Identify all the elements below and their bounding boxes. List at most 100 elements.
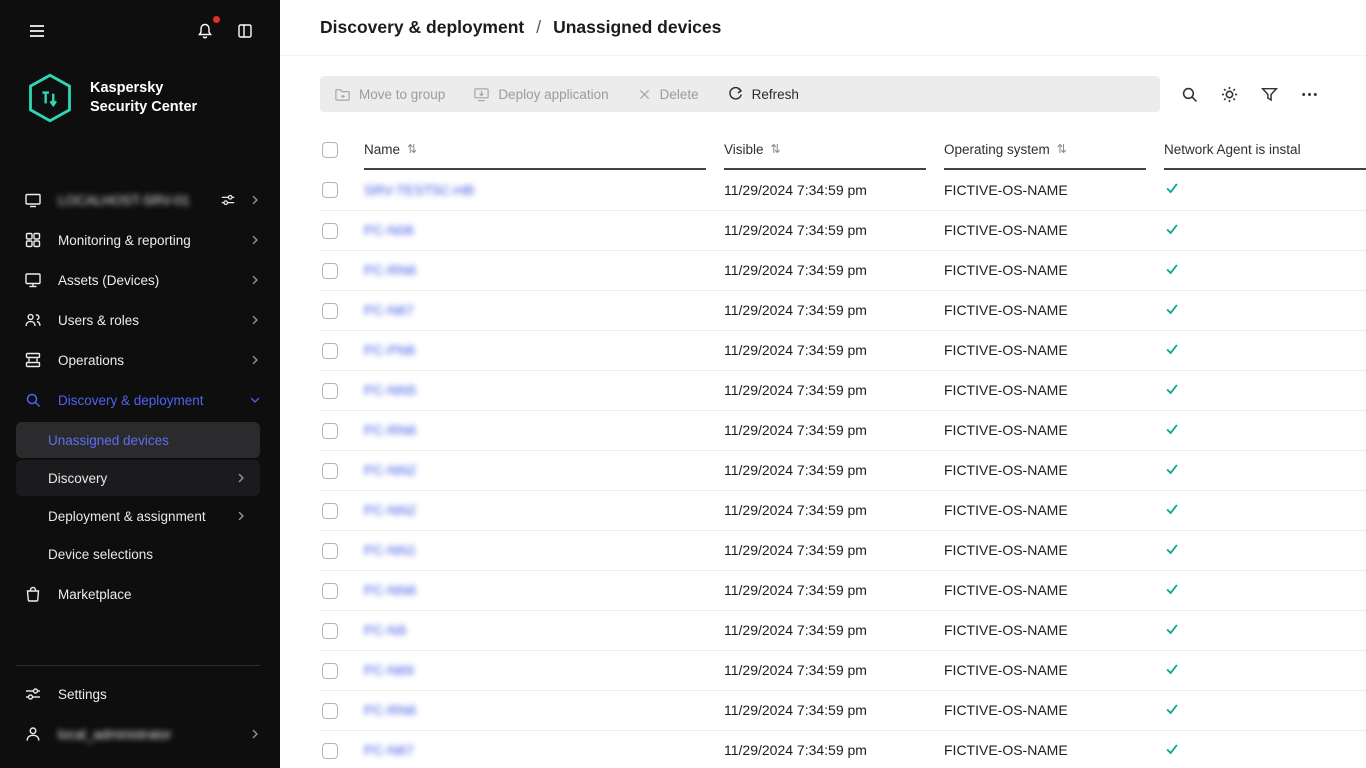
row-checkbox[interactable] — [322, 623, 338, 639]
device-name-link[interactable]: PC-NN6 — [364, 582, 416, 598]
os-cell: FICTIVE-OS-NAME — [944, 530, 1164, 570]
row-checkbox[interactable] — [322, 583, 338, 599]
sidebar-item-settings[interactable]: Settings — [0, 674, 280, 714]
row-checkbox[interactable] — [322, 182, 338, 198]
sidebar-item-operations[interactable]: Operations — [0, 340, 280, 380]
agent-installed-check-icon — [1164, 661, 1180, 677]
search-button[interactable] — [1172, 77, 1206, 111]
device-name-link[interactable]: PC-NN5 — [364, 382, 416, 398]
device-name-link[interactable]: PC-PN6 — [364, 342, 415, 358]
visible-cell: 11/29/2024 7:34:59 pm — [724, 330, 944, 370]
sidebar-item-label: Monitoring & reporting — [58, 233, 191, 248]
row-checkbox[interactable] — [322, 503, 338, 519]
visible-cell: 11/29/2024 7:34:59 pm — [724, 210, 944, 250]
row-checkbox[interactable] — [322, 343, 338, 359]
notifications-button[interactable] — [192, 18, 218, 44]
table-row: PC-PN6 11/29/2024 7:34:59 pm FICTIVE-OS-… — [320, 330, 1366, 370]
column-label: Network Agent is instal — [1164, 142, 1301, 157]
row-checkbox[interactable] — [322, 383, 338, 399]
more-options-button[interactable] — [1292, 77, 1326, 111]
device-name-link[interactable]: PC-RN6 — [364, 262, 416, 278]
sidebar-item-server[interactable]: LOCALHOST-SRV-01 — [0, 180, 280, 220]
row-checkbox[interactable] — [322, 703, 338, 719]
device-name-link[interactable]: PC-N9 — [364, 622, 406, 638]
column-header-network-agent[interactable]: Network Agent is instal — [1164, 130, 1366, 170]
table-row: PC-NN1 11/29/2024 7:34:59 pm FICTIVE-OS-… — [320, 530, 1366, 570]
agent-installed-check-icon — [1164, 581, 1180, 597]
sidebar-item-account[interactable]: local_administrator — [0, 714, 280, 754]
sidebar-subitem-device-selections[interactable]: Device selections — [16, 536, 260, 572]
agent-installed-check-icon — [1164, 180, 1180, 196]
row-checkbox[interactable] — [322, 223, 338, 239]
os-cell: FICTIVE-OS-NAME — [944, 170, 1164, 210]
filter-button[interactable] — [1252, 77, 1286, 111]
device-name-link[interactable]: PC-NN2 — [364, 462, 416, 478]
sidebar-item-users-roles[interactable]: Users & roles — [0, 300, 280, 340]
move-to-group-label: Move to group — [359, 87, 445, 102]
device-name-link[interactable]: SRV-TEST5C-HB — [364, 182, 474, 198]
sort-icon[interactable]: ⇅ — [1057, 142, 1067, 156]
breadcrumb-section[interactable]: Discovery & deployment — [320, 17, 524, 38]
device-name-link[interactable]: PC-RN6 — [364, 702, 416, 718]
row-checkbox[interactable] — [322, 743, 338, 759]
column-header-os[interactable]: Operating system ⇅ — [944, 130, 1164, 170]
select-all-checkbox[interactable] — [322, 142, 338, 158]
row-checkbox[interactable] — [322, 303, 338, 319]
column-header-visible[interactable]: Visible ⇅ — [724, 130, 944, 170]
hamburger-menu-button[interactable] — [24, 18, 50, 44]
visible-cell: 11/29/2024 7:34:59 pm — [724, 690, 944, 730]
device-name-link[interactable]: PC-N67 — [364, 302, 414, 318]
refresh-button[interactable]: Refresh — [727, 86, 799, 103]
sidebar-subitem-deployment-assignment[interactable]: Deployment & assignment — [16, 498, 260, 534]
table-row: PC-N67 11/29/2024 7:34:59 pm FICTIVE-OS-… — [320, 290, 1366, 330]
tune-sliders-icon — [220, 192, 236, 208]
column-header-name[interactable]: Name ⇅ — [364, 130, 724, 170]
device-name-link[interactable]: PC-NN1 — [364, 542, 416, 558]
sidebar-item-assets[interactable]: Assets (Devices) — [0, 260, 280, 300]
sidebar-item-monitoring[interactable]: Monitoring & reporting — [0, 220, 280, 260]
sidebar-item-discovery-deployment[interactable]: Discovery & deployment — [0, 380, 280, 420]
kaspersky-hexagon-icon — [24, 72, 76, 124]
row-checkbox[interactable] — [322, 463, 338, 479]
row-checkbox[interactable] — [322, 263, 338, 279]
table-row: PC-RN6 11/29/2024 7:34:59 pm FICTIVE-OS-… — [320, 250, 1366, 290]
subitem-label: Unassigned devices — [48, 433, 169, 448]
deploy-icon — [473, 86, 490, 103]
documentation-button[interactable] — [232, 18, 258, 44]
row-checkbox[interactable] — [322, 423, 338, 439]
dashboard-grid-icon — [24, 231, 42, 249]
device-name-link[interactable]: PC-N06 — [364, 222, 414, 238]
table-row: PC-NN2 11/29/2024 7:34:59 pm FICTIVE-OS-… — [320, 490, 1366, 530]
visible-cell: 11/29/2024 7:34:59 pm — [724, 450, 944, 490]
row-checkbox[interactable] — [322, 663, 338, 679]
agent-installed-check-icon — [1164, 301, 1180, 317]
sort-icon[interactable]: ⇅ — [407, 142, 417, 156]
visible-cell: 11/29/2024 7:34:59 pm — [724, 410, 944, 450]
device-name-link[interactable]: PC-NN2 — [364, 502, 416, 518]
visible-cell: 11/29/2024 7:34:59 pm — [724, 370, 944, 410]
columns-settings-button[interactable] — [1212, 77, 1246, 111]
sidebar-subitem-discovery[interactable]: Discovery — [16, 460, 260, 496]
breadcrumb-page: Unassigned devices — [553, 17, 721, 38]
table-row: SRV-TEST5C-HB 11/29/2024 7:34:59 pm FICT… — [320, 170, 1366, 210]
visible-cell: 11/29/2024 7:34:59 pm — [724, 730, 944, 768]
gear-icon — [1220, 85, 1239, 104]
user-icon — [24, 725, 42, 743]
device-name-link[interactable]: PC-N69 — [364, 662, 414, 678]
os-cell: FICTIVE-OS-NAME — [944, 410, 1164, 450]
book-panel-icon — [236, 22, 254, 40]
deploy-application-button[interactable]: Deploy application — [473, 86, 608, 103]
sidebar-item-marketplace[interactable]: Marketplace — [0, 574, 280, 614]
move-to-group-button[interactable]: Move to group — [334, 86, 445, 103]
sort-icon[interactable]: ⇅ — [771, 142, 781, 156]
device-name-link[interactable]: PC-N67 — [364, 742, 414, 758]
sidebar-subitem-unassigned-devices[interactable]: Unassigned devices — [16, 422, 260, 458]
row-checkbox[interactable] — [322, 543, 338, 559]
chevron-right-icon — [248, 727, 262, 741]
agent-installed-check-icon — [1164, 501, 1180, 517]
chevron-right-icon — [248, 233, 262, 247]
delete-button[interactable]: Delete — [637, 87, 699, 102]
delete-label: Delete — [660, 87, 699, 102]
device-name-link[interactable]: PC-RN6 — [364, 422, 416, 438]
sidebar-item-label: Operations — [58, 353, 124, 368]
